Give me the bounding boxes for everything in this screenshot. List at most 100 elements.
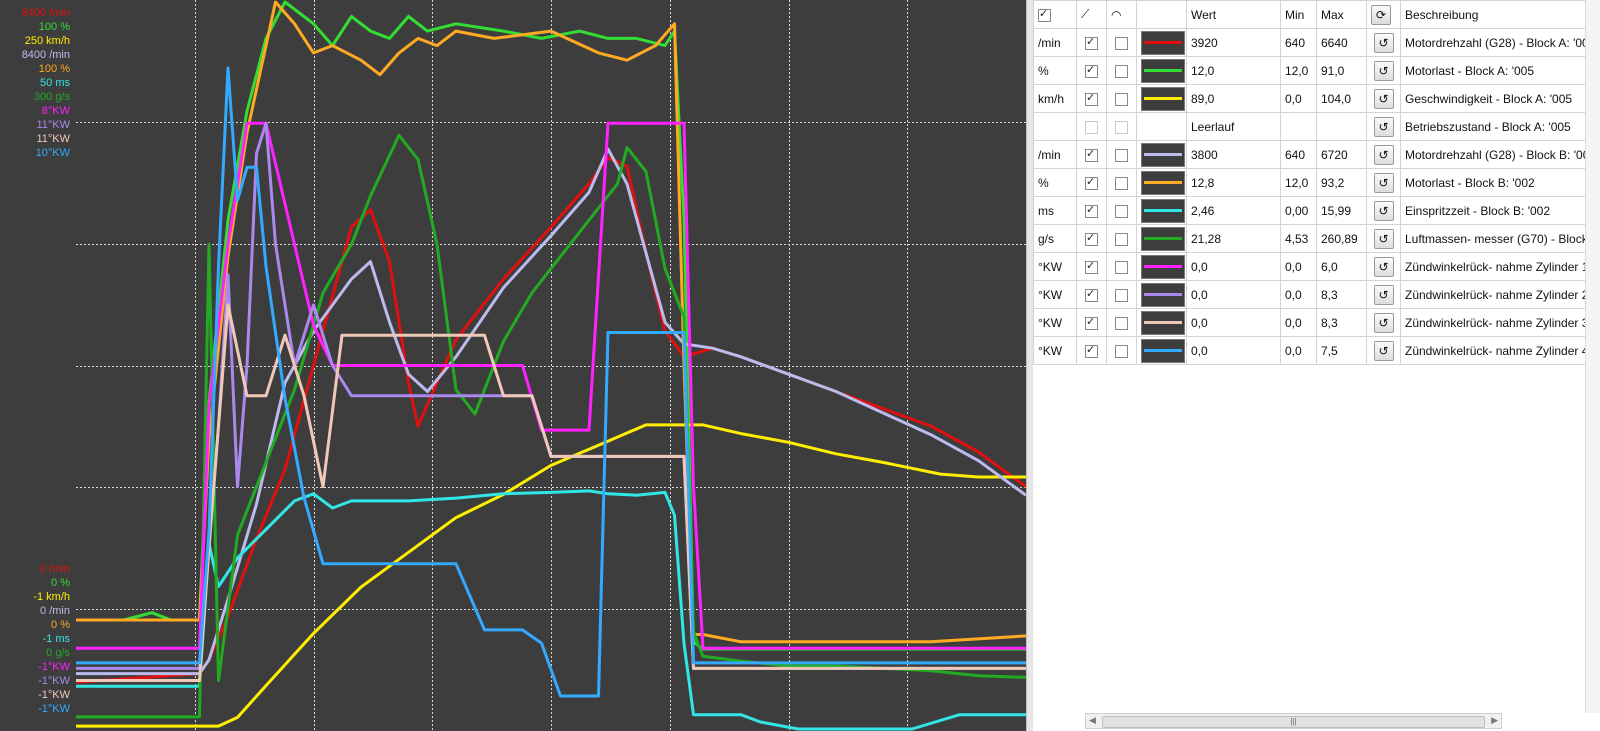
gauge-cell[interactable] (1106, 112, 1137, 141)
graph-cell[interactable] (1076, 224, 1107, 253)
color-cell[interactable] (1136, 336, 1187, 365)
reset-icon[interactable]: ↺ (1373, 144, 1394, 165)
graph-checkbox[interactable] (1085, 175, 1098, 190)
gauge-checkbox[interactable] (1115, 344, 1128, 358)
gauge-cell[interactable] (1106, 224, 1137, 253)
gauge-checkbox[interactable] (1115, 316, 1128, 330)
reset-cell[interactable]: ↺ (1366, 168, 1401, 197)
gauge-checkbox[interactable] (1115, 120, 1128, 134)
color-swatch[interactable] (1141, 170, 1185, 195)
graph-cell[interactable] (1076, 168, 1107, 197)
color-swatch[interactable] (1141, 30, 1185, 55)
color-cell[interactable] (1136, 308, 1187, 337)
gauge-checkbox[interactable] (1115, 288, 1128, 302)
reset-cell[interactable]: ↺ (1366, 140, 1401, 169)
reset-cell[interactable]: ↺ (1366, 252, 1401, 281)
splitter[interactable] (1026, 0, 1033, 731)
scroll-left-icon[interactable]: ◀ (1089, 715, 1096, 726)
select-all-checkbox[interactable] (1038, 7, 1051, 22)
gauge-cell[interactable] (1106, 336, 1137, 365)
channel-row[interactable]: g/s 21,284,53260,89 ↺ Luftmassen- messer (G… (1033, 224, 1600, 253)
gauge-checkbox[interactable] (1115, 176, 1128, 190)
graph-cell[interactable] (1076, 84, 1107, 113)
graph-cell[interactable] (1076, 112, 1107, 141)
color-swatch[interactable] (1141, 198, 1185, 223)
color-cell[interactable] (1136, 280, 1187, 309)
channel-row[interactable]: °KW0,00,08,3↺Zündwinkelrück- nahme Zylin… (1033, 280, 1600, 309)
gauge-checkbox[interactable] (1115, 36, 1128, 50)
reset-icon[interactable]: ↺ (1373, 116, 1394, 137)
gauge-cell[interactable] (1106, 140, 1137, 169)
graph-cell[interactable] (1076, 140, 1107, 169)
graph-cell[interactable] (1076, 252, 1107, 281)
reset-cell[interactable]: ↺ (1366, 308, 1401, 337)
gauge-checkbox[interactable] (1115, 148, 1128, 162)
channel-row[interactable]: ms 2,460,0015,99 ↺ Einspritzzeit - Block B:… (1033, 196, 1600, 225)
reset-icon[interactable]: ↺ (1373, 172, 1394, 193)
gauge-cell[interactable] (1106, 168, 1137, 197)
gauge-checkbox[interactable] (1115, 260, 1128, 274)
reset-icon[interactable]: ↺ (1373, 88, 1394, 109)
color-cell[interactable] (1136, 196, 1187, 225)
min-header[interactable]: Min (1280, 0, 1317, 29)
graph-cell[interactable] (1076, 308, 1107, 337)
gauge-checkbox[interactable] (1115, 92, 1128, 106)
color-swatch[interactable] (1141, 86, 1185, 111)
gauge-cell[interactable] (1106, 196, 1137, 225)
reset-cell[interactable]: ↺ (1366, 336, 1401, 365)
color-swatch[interactable] (1141, 142, 1185, 167)
reset-cell[interactable]: ↺ (1366, 56, 1401, 85)
gauge-checkbox[interactable] (1115, 204, 1128, 218)
reset-icon[interactable]: ↺ (1373, 284, 1394, 305)
graph-checkbox[interactable] (1085, 259, 1098, 274)
gauge-cell[interactable] (1106, 28, 1137, 57)
graph-checkbox[interactable] (1085, 63, 1098, 78)
color-cell[interactable] (1136, 28, 1187, 57)
reset-icon[interactable]: ↺ (1373, 32, 1394, 53)
channel-row[interactable]: Leerlauf ↺ Betriebszustand - Block A: '005 (1033, 112, 1600, 141)
reset-icon[interactable]: ↺ (1373, 312, 1394, 333)
graph-cell[interactable] (1076, 280, 1107, 309)
gauge-cell[interactable] (1106, 308, 1137, 337)
reset-all-icon[interactable]: ⟳ (1371, 4, 1391, 25)
graph-checkbox[interactable] (1085, 203, 1098, 218)
color-swatch[interactable] (1141, 58, 1185, 83)
select-all-header[interactable] (1033, 0, 1077, 29)
channel-row[interactable]: %12,012,091,0↺Motorlast - Block A: '005 (1033, 56, 1600, 85)
wert-header[interactable]: Wert (1186, 0, 1281, 29)
channel-row[interactable]: /min 38006406720 ↺ Motordrehzahl (G28) - Bl… (1033, 140, 1600, 169)
gauge-column-header[interactable]: ◠ (1106, 0, 1137, 29)
channel-row[interactable]: °KW0,00,08,3↺Zündwinkelrück- nahme Zylin… (1033, 308, 1600, 337)
graph-checkbox[interactable] (1085, 231, 1098, 246)
gauge-cell[interactable] (1106, 252, 1137, 281)
reset-icon[interactable]: ↺ (1373, 60, 1394, 81)
color-cell[interactable] (1136, 252, 1187, 281)
graph-cell[interactable] (1076, 196, 1107, 225)
reset-icon[interactable]: ↺ (1373, 200, 1394, 221)
scroll-right-icon[interactable]: ▶ (1491, 715, 1498, 726)
line-chart[interactable] (76, 0, 1026, 731)
graph-checkbox[interactable] (1085, 35, 1098, 50)
reset-cell[interactable]: ↺ (1366, 224, 1401, 253)
graph-cell[interactable] (1076, 28, 1107, 57)
channel-row[interactable]: /min 39206406640 ↺ Motordrehzahl (G28) - Bl… (1033, 28, 1600, 57)
color-cell[interactable] (1136, 168, 1187, 197)
beschreibung-header[interactable]: Beschreibung (1400, 0, 1600, 29)
channel-row[interactable]: km/h 89,00,0104,0 ↺ Geschwindigkeit - Block… (1033, 84, 1600, 113)
color-cell[interactable] (1136, 56, 1187, 85)
gauge-cell[interactable] (1106, 84, 1137, 113)
reset-all-header[interactable]: ⟳ (1366, 0, 1401, 29)
color-swatch[interactable] (1141, 310, 1185, 335)
color-cell[interactable] (1136, 140, 1187, 169)
graph-checkbox[interactable] (1085, 120, 1098, 134)
graph-checkbox[interactable] (1085, 91, 1098, 106)
color-cell[interactable] (1136, 112, 1187, 141)
color-cell[interactable] (1136, 224, 1187, 253)
graph-checkbox[interactable] (1085, 147, 1098, 162)
gauge-cell[interactable] (1106, 56, 1137, 85)
reset-icon[interactable]: ↺ (1373, 256, 1394, 277)
scroll-thumb[interactable]: ||| (1102, 716, 1485, 728)
gauge-checkbox[interactable] (1115, 232, 1128, 246)
max-header[interactable]: Max (1316, 0, 1367, 29)
reset-cell[interactable]: ↺ (1366, 112, 1401, 141)
